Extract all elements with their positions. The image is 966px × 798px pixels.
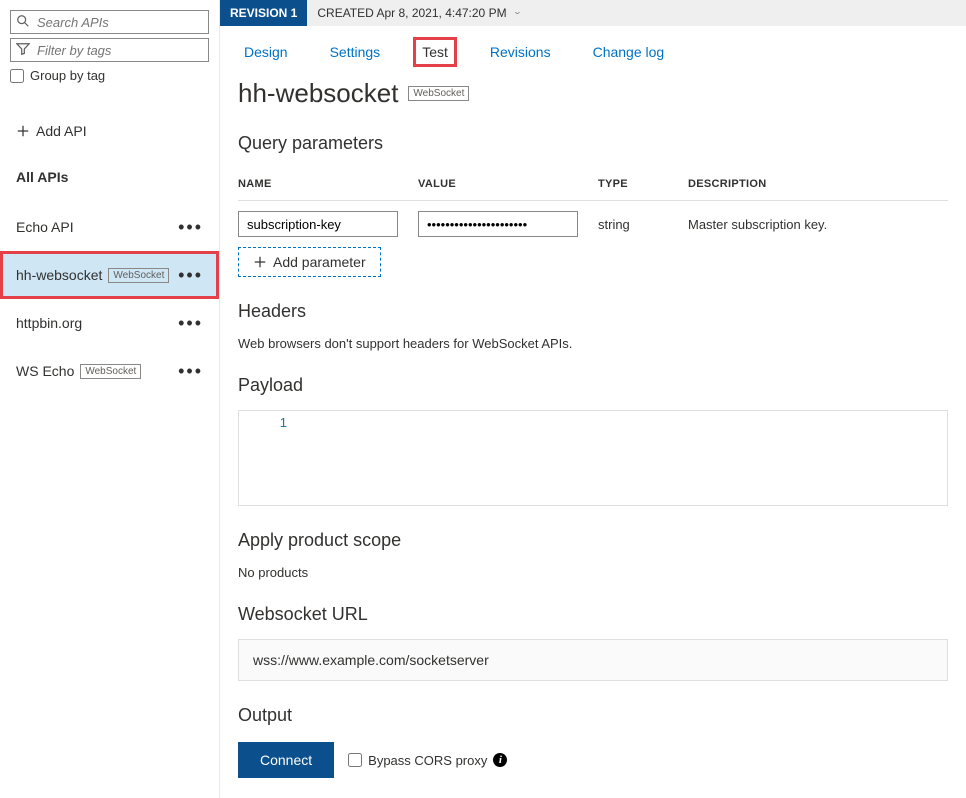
main-pane: REVISION 1 CREATED Apr 8, 2021, 4:47:20 … [220,0,966,798]
section-websocket-url: Websocket URL [238,604,948,625]
websocket-badge: WebSocket [408,86,469,101]
revision-badge[interactable]: REVISION 1 [220,0,307,26]
tab-test[interactable]: Test [416,40,454,64]
param-description: Master subscription key. [688,201,948,242]
tab-design[interactable]: Design [238,40,294,64]
query-parameters-table: NAME VALUE TYPE DESCRIPTION string Maste… [238,168,948,241]
sidebar-item-echo-api[interactable]: Echo API ••• [10,203,209,251]
group-by-tag-label: Group by tag [30,68,105,83]
bypass-cors-checkbox[interactable] [348,753,362,767]
filter-input[interactable] [10,38,209,62]
search-input[interactable] [10,10,209,34]
plus-icon [16,124,30,138]
param-name-input[interactable] [238,211,398,237]
search-icon [16,14,30,31]
bypass-cors-row[interactable]: Bypass CORS proxy i [348,753,507,768]
page-title: hh-websocket WebSocket [238,78,948,109]
col-value: VALUE [418,168,598,201]
connect-button[interactable]: Connect [238,742,334,778]
tab-change-log[interactable]: Change log [587,40,671,64]
headers-note: Web browsers don't support headers for W… [238,336,948,351]
sidebar-item-ws-echo[interactable]: WS Echo WebSocket ••• [10,347,209,395]
section-output: Output [238,705,948,726]
tabs: Design Settings Test Revisions Change lo… [220,26,966,74]
add-api-label: Add API [36,123,87,139]
more-icon[interactable]: ••• [178,265,203,286]
section-headers: Headers [238,301,948,322]
websocket-url-value[interactable]: wss://www.example.com/socketserver [238,639,948,681]
group-by-tag-row[interactable]: Group by tag [10,68,209,83]
sidebar-item-httpbin[interactable]: httpbin.org ••• [10,299,209,347]
created-timestamp: Apr 8, 2021, 4:47:20 PM [376,6,506,20]
section-query-parameters: Query parameters [238,133,948,154]
col-type: TYPE [598,168,688,201]
plus-icon [253,255,267,269]
param-type: string [598,201,688,242]
add-parameter-button[interactable]: Add parameter [238,247,381,277]
payload-content[interactable] [295,411,947,505]
payload-line-number: 1 [239,411,295,505]
section-product-scope: Apply product scope [238,530,948,551]
col-description: DESCRIPTION [688,168,948,201]
filter-tags-row [10,38,209,62]
websocket-badge: WebSocket [80,364,141,379]
col-name: NAME [238,168,418,201]
bypass-cors-label: Bypass CORS proxy [368,753,487,768]
param-value-input[interactable] [418,211,578,237]
api-name-label: Echo API [16,219,74,235]
api-name-label: hh-websocket [16,267,102,283]
more-icon[interactable]: ••• [178,313,203,334]
no-products-text: No products [238,565,948,580]
sidebar: Group by tag Add API All APIs Echo API •… [0,0,220,798]
group-by-tag-checkbox[interactable] [10,69,24,83]
table-row: string Master subscription key. [238,201,948,242]
sidebar-item-hh-websocket[interactable]: hh-websocket WebSocket ••• [0,251,219,299]
revision-bar: REVISION 1 CREATED Apr 8, 2021, 4:47:20 … [220,0,966,26]
all-apis-header[interactable]: All APIs [16,169,209,185]
page-title-text: hh-websocket [238,78,398,109]
search-apis-row [10,10,209,34]
payload-editor[interactable]: 1 [238,410,948,506]
tab-revisions[interactable]: Revisions [484,40,557,64]
created-prefix: CREATED [317,6,373,20]
revision-created[interactable]: CREATED Apr 8, 2021, 4:47:20 PM › [307,6,520,20]
info-icon[interactable]: i [493,753,507,767]
more-icon[interactable]: ••• [178,361,203,382]
more-icon[interactable]: ••• [178,217,203,238]
tab-settings[interactable]: Settings [324,40,387,64]
filter-icon [16,42,30,59]
api-name-label: httpbin.org [16,315,82,331]
api-name-label: WS Echo [16,363,74,379]
section-payload: Payload [238,375,948,396]
websocket-badge: WebSocket [108,268,169,283]
chevron-down-icon: › [511,12,525,14]
add-parameter-label: Add parameter [273,254,366,270]
add-api-button[interactable]: Add API [16,123,209,139]
